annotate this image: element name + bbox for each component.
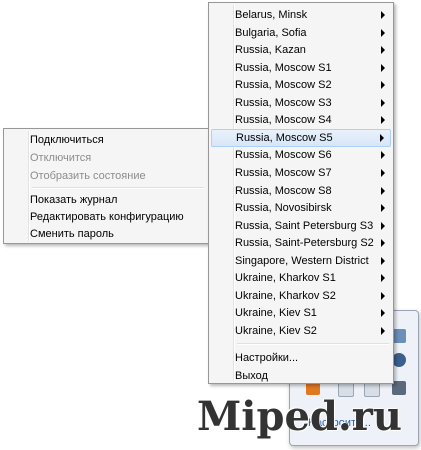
menu-item-label: Russia, Saint Petersburg S3 bbox=[235, 219, 374, 232]
menu-item-label: Russia, Moscow S7 bbox=[235, 167, 332, 179]
menu-item-server[interactable]: Russia, Moscow S4 bbox=[211, 111, 391, 129]
menu-item-label: Ukraine, Kharkov S1 bbox=[235, 272, 336, 285]
menu-item-exit[interactable]: Выход bbox=[211, 367, 391, 385]
menu-item-label: Редактировать конфигурацию bbox=[30, 211, 184, 223]
submenu-arrow-icon bbox=[381, 46, 385, 55]
menu-separator bbox=[237, 343, 389, 345]
submenu-arrow-icon bbox=[381, 169, 385, 177]
menu-item-label: Russia, Moscow S3 bbox=[235, 96, 332, 109]
menu-item-server[interactable]: Ukraine, Kiev S1 bbox=[211, 304, 391, 322]
menu-item-settings[interactable]: Настройки... bbox=[211, 349, 391, 367]
submenu-arrow-icon bbox=[381, 186, 385, 195]
menu-item-server[interactable]: Russia, Moscow S7 bbox=[211, 164, 391, 182]
submenu-arrow-icon bbox=[381, 11, 385, 19]
menu-item-label: Russia, Moscow S5 bbox=[236, 131, 333, 144]
menu-item-server[interactable]: Russia, Kazan bbox=[211, 41, 391, 59]
menu-item-label: Сменить пароль bbox=[30, 228, 114, 240]
menu-item-server[interactable]: Russia, Moscow S8 bbox=[211, 182, 391, 200]
menu-item-label: Russia, Moscow S8 bbox=[235, 184, 332, 197]
connection-context-menu: Подключиться Отключится Отобразить состо… bbox=[3, 128, 209, 244]
menu-item-label: Russia, Moscow S2 bbox=[235, 79, 332, 92]
menu-item-label: Belarus, Minsk bbox=[235, 9, 308, 21]
menu-item-label: Выход bbox=[235, 370, 268, 382]
submenu-arrow-icon bbox=[381, 28, 385, 37]
menu-item-server[interactable]: Russia, Moscow S2 bbox=[211, 76, 391, 94]
menu-item-label: Russia, Novosibirsk bbox=[235, 202, 332, 215]
menu-item-label: Отобразить состояние bbox=[30, 170, 146, 182]
watermark-logo: Miped.ru bbox=[197, 393, 402, 440]
menu-item-server[interactable]: Russia, Moscow S5 bbox=[211, 128, 391, 147]
submenu-arrow-icon bbox=[381, 151, 385, 160]
menu-item-label: Отключится bbox=[30, 152, 92, 164]
menu-item-label: Russia, Kazan bbox=[235, 44, 306, 57]
submenu-arrow-icon bbox=[381, 291, 385, 300]
submenu-arrow-icon bbox=[381, 63, 385, 72]
submenu-arrow-icon bbox=[381, 326, 385, 335]
menu-item-server[interactable]: Ukraine, Kharkov S1 bbox=[211, 269, 391, 287]
menu-item-connect[interactable]: Подключиться bbox=[6, 131, 206, 149]
menu-item-server[interactable]: Russia, Novosibirsk bbox=[211, 199, 391, 217]
submenu-arrow-icon bbox=[381, 98, 385, 107]
menu-item-show-status: Отобразить состояние bbox=[6, 167, 206, 185]
menu-item-label: Подключиться bbox=[30, 134, 104, 146]
menu-item-label: Настройки... bbox=[235, 352, 299, 364]
menu-item-server[interactable]: Singapore, Western District bbox=[211, 252, 391, 270]
menu-item-edit-config[interactable]: Редактировать конфигурацию bbox=[6, 208, 206, 226]
menu-item-label: Ukraine, Kiev S1 bbox=[235, 307, 317, 320]
submenu-arrow-icon bbox=[381, 239, 385, 248]
menu-item-label: Russia, Moscow S4 bbox=[235, 114, 332, 127]
tray-globe-icon[interactable] bbox=[392, 353, 406, 367]
submenu-arrow-icon bbox=[381, 274, 385, 283]
submenu-arrow-icon bbox=[380, 133, 384, 142]
servers-context-menu: Belarus, Minsk Bulgaria, Sofia Russia, Kaz… bbox=[208, 2, 394, 384]
submenu-arrow-icon bbox=[381, 256, 385, 265]
menu-item-server[interactable]: Russia, Moscow S1 bbox=[211, 59, 391, 77]
menu-item-server[interactable]: Bulgaria, Sofia bbox=[211, 24, 391, 42]
menu-separator bbox=[32, 187, 204, 189]
menu-item-server[interactable]: Ukraine, Kiev S2 bbox=[211, 322, 391, 340]
submenu-arrow-icon bbox=[381, 204, 385, 213]
menu-item-server[interactable]: Russia, Moscow S3 bbox=[211, 94, 391, 112]
menu-item-server[interactable]: Belarus, Minsk bbox=[211, 6, 391, 24]
submenu-arrow-icon bbox=[381, 309, 385, 318]
menu-item-disconnect: Отключится bbox=[6, 149, 206, 167]
menu-item-label: Ukraine, Kharkov S2 bbox=[235, 289, 336, 302]
menu-item-server[interactable]: Ukraine, Kharkov S2 bbox=[211, 287, 391, 305]
menu-item-label: Russia, Saint-Petersburg S2 bbox=[235, 237, 374, 250]
menu-item-label: Russia, Moscow S6 bbox=[235, 149, 332, 162]
menu-item-change-password[interactable]: Сменить пароль bbox=[6, 225, 206, 243]
menu-item-server[interactable]: Russia, Moscow S6 bbox=[211, 146, 391, 164]
menu-item-label: Показать журнал bbox=[30, 194, 118, 206]
tray-app-icon[interactable] bbox=[392, 329, 406, 343]
menu-item-label: Bulgaria, Sofia bbox=[235, 26, 307, 39]
menu-item-label: Singapore, Western District bbox=[235, 254, 369, 267]
menu-item-show-log[interactable]: Показать журнал bbox=[6, 191, 206, 209]
menu-item-label: Russia, Moscow S1 bbox=[235, 61, 332, 74]
submenu-arrow-icon bbox=[381, 81, 385, 90]
submenu-arrow-icon bbox=[381, 221, 385, 230]
submenu-arrow-icon bbox=[381, 116, 385, 125]
menu-item-server[interactable]: Russia, Saint-Petersburg S2 bbox=[211, 234, 391, 252]
menu-item-server[interactable]: Russia, Saint Petersburg S3 bbox=[211, 217, 391, 235]
menu-item-label: Ukraine, Kiev S2 bbox=[235, 324, 317, 337]
